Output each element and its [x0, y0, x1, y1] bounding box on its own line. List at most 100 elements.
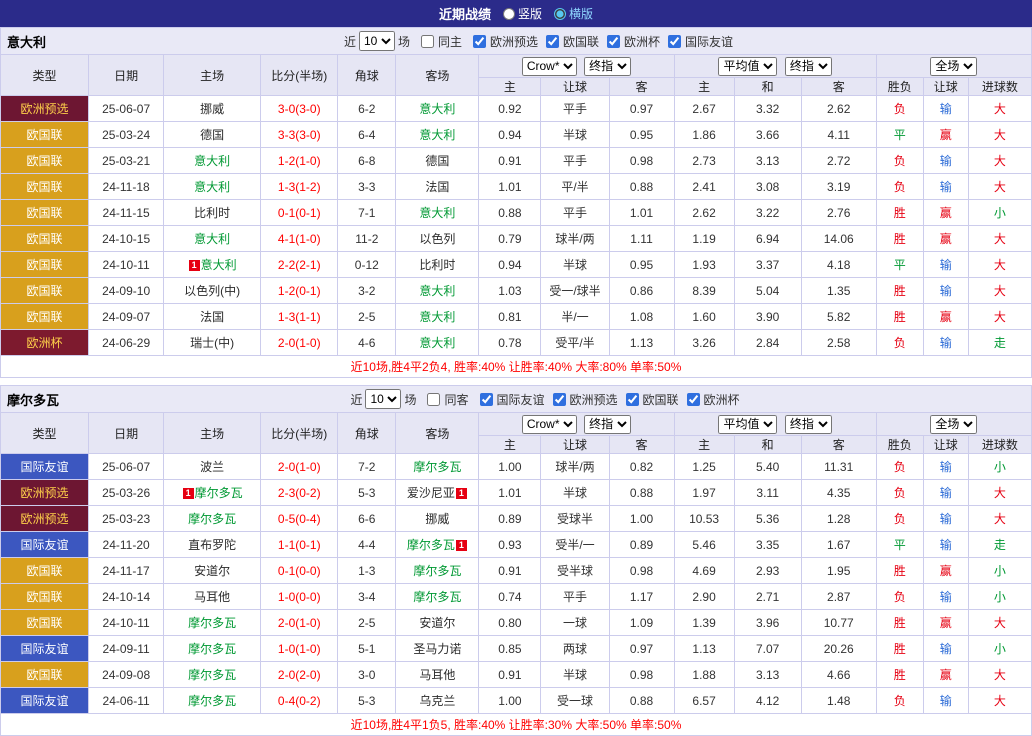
score[interactable]: 3-3(3-0) — [261, 122, 338, 148]
comp-filter-checkbox[interactable]: 欧洲预选 — [553, 391, 618, 408]
home-team[interactable]: 马耳他 — [164, 584, 261, 610]
comp-checkbox-input[interactable] — [473, 35, 486, 48]
home-team[interactable]: 瑞士(中) — [164, 330, 261, 356]
away-team[interactable]: 乌克兰 — [396, 688, 479, 714]
away-team[interactable]: 意大利 — [396, 200, 479, 226]
layout-radio-horizontal[interactable]: 横版 — [554, 5, 593, 22]
score[interactable]: 0-5(0-4) — [261, 506, 338, 532]
away-team[interactable]: 挪威 — [396, 506, 479, 532]
match-scope-select[interactable]: 全场 — [930, 415, 977, 434]
away-team[interactable]: 以色列 — [396, 226, 479, 252]
home-team[interactable]: 波兰 — [164, 454, 261, 480]
score[interactable]: 0-1(0-1) — [261, 200, 338, 226]
score[interactable]: 2-2(2-1) — [261, 252, 338, 278]
odds-company-select[interactable]: Crow* — [522, 415, 577, 434]
home-team[interactable]: 意大利 — [164, 148, 261, 174]
away-team[interactable]: 意大利 — [396, 330, 479, 356]
team-label: 意大利 — [194, 180, 230, 194]
home-team[interactable]: 挪威 — [164, 96, 261, 122]
comp-filter-checkbox[interactable]: 国际友谊 — [480, 391, 545, 408]
recent-count-select[interactable]: 10 — [365, 389, 401, 409]
away-team[interactable]: 意大利 — [396, 96, 479, 122]
home-team[interactable]: 摩尔多瓦 — [164, 688, 261, 714]
home-team[interactable]: 比利时 — [164, 200, 261, 226]
score[interactable]: 2-0(1-0) — [261, 454, 338, 480]
comp-checkbox-input[interactable] — [668, 35, 681, 48]
away-team[interactable]: 比利时 — [396, 252, 479, 278]
home-team[interactable]: 摩尔多瓦 — [164, 636, 261, 662]
away-team[interactable]: 马耳他 — [396, 662, 479, 688]
same-venue-filter[interactable]: 同客 — [427, 391, 468, 408]
away-team[interactable]: 意大利 — [396, 304, 479, 330]
away-team[interactable]: 摩尔多瓦1 — [396, 532, 479, 558]
vertical-radio-input[interactable] — [503, 8, 515, 20]
recent-count-select[interactable]: 10 — [359, 31, 395, 51]
home-team[interactable]: 直布罗陀 — [164, 532, 261, 558]
score[interactable]: 4-1(1-0) — [261, 226, 338, 252]
score[interactable]: 1-3(1-1) — [261, 304, 338, 330]
away-team[interactable]: 摩尔多瓦 — [396, 584, 479, 610]
score[interactable]: 2-0(1-0) — [261, 610, 338, 636]
result-outcome: 负 — [876, 480, 923, 506]
home-team[interactable]: 以色列(中) — [164, 278, 261, 304]
score[interactable]: 2-0(1-0) — [261, 330, 338, 356]
away-team[interactable]: 意大利 — [396, 122, 479, 148]
away-team[interactable]: 摩尔多瓦 — [396, 454, 479, 480]
odds-company-select[interactable]: Crow* — [522, 57, 577, 76]
average-select[interactable]: 平均值 — [718, 415, 777, 434]
match-scope-select[interactable]: 全场 — [930, 57, 977, 76]
comp-filter-checkbox[interactable]: 国际友谊 — [668, 33, 733, 50]
away-team[interactable]: 法国 — [396, 174, 479, 200]
same-venue-checkbox[interactable] — [427, 393, 440, 406]
odds-stage-select[interactable]: 终指 — [584, 57, 631, 76]
score[interactable]: 2-0(2-0) — [261, 662, 338, 688]
away-team[interactable]: 圣马力诺 — [396, 636, 479, 662]
home-team[interactable]: 1摩尔多瓦 — [164, 480, 261, 506]
away-team[interactable]: 安道尔 — [396, 610, 479, 636]
home-team[interactable]: 安道尔 — [164, 558, 261, 584]
comp-checkbox-input[interactable] — [687, 393, 700, 406]
score[interactable]: 0-4(0-2) — [261, 688, 338, 714]
score[interactable]: 1-3(1-2) — [261, 174, 338, 200]
comp-filter-checkbox[interactable]: 欧国联 — [626, 391, 679, 408]
average-select[interactable]: 平均值 — [718, 57, 777, 76]
away-team[interactable]: 意大利 — [396, 278, 479, 304]
same-venue-checkbox[interactable] — [421, 35, 434, 48]
avg-stage-select[interactable]: 终指 — [785, 415, 832, 434]
comp-filter-checkbox[interactable]: 欧洲杯 — [607, 33, 660, 50]
home-team[interactable]: 德国 — [164, 122, 261, 148]
home-team[interactable]: 1意大利 — [164, 252, 261, 278]
comp-checkbox-input[interactable] — [607, 35, 620, 48]
away-team[interactable]: 德国 — [396, 148, 479, 174]
layout-radio-vertical[interactable]: 竖版 — [503, 5, 542, 22]
odds-stage-select[interactable]: 终指 — [584, 415, 631, 434]
result-goals: 大 — [968, 662, 1031, 688]
comp-checkbox-input[interactable] — [546, 35, 559, 48]
score[interactable]: 1-2(1-0) — [261, 148, 338, 174]
comp-checkbox-input[interactable] — [626, 393, 639, 406]
comp-checkbox-input[interactable] — [480, 393, 493, 406]
horizontal-radio-input[interactable] — [554, 8, 566, 20]
comp-filter-checkbox[interactable]: 欧洲杯 — [687, 391, 740, 408]
score[interactable]: 2-3(0-2) — [261, 480, 338, 506]
home-team[interactable]: 法国 — [164, 304, 261, 330]
score[interactable]: 1-2(0-1) — [261, 278, 338, 304]
home-team[interactable]: 意大利 — [164, 174, 261, 200]
avg-stage-select[interactable]: 终指 — [785, 57, 832, 76]
home-team[interactable]: 摩尔多瓦 — [164, 662, 261, 688]
home-team[interactable]: 摩尔多瓦 — [164, 506, 261, 532]
away-team[interactable]: 摩尔多瓦 — [396, 558, 479, 584]
home-team[interactable]: 意大利 — [164, 226, 261, 252]
corner-score: 6-4 — [338, 122, 396, 148]
away-team[interactable]: 爱沙尼亚1 — [396, 480, 479, 506]
score[interactable]: 3-0(3-0) — [261, 96, 338, 122]
score[interactable]: 1-0(0-0) — [261, 584, 338, 610]
score[interactable]: 1-0(1-0) — [261, 636, 338, 662]
same-venue-filter[interactable]: 同主 — [421, 33, 462, 50]
comp-filter-checkbox[interactable]: 欧洲预选 — [473, 33, 538, 50]
comp-filter-checkbox[interactable]: 欧国联 — [546, 33, 599, 50]
home-team[interactable]: 摩尔多瓦 — [164, 610, 261, 636]
score[interactable]: 1-1(0-1) — [261, 532, 338, 558]
comp-checkbox-input[interactable] — [553, 393, 566, 406]
score[interactable]: 0-1(0-0) — [261, 558, 338, 584]
